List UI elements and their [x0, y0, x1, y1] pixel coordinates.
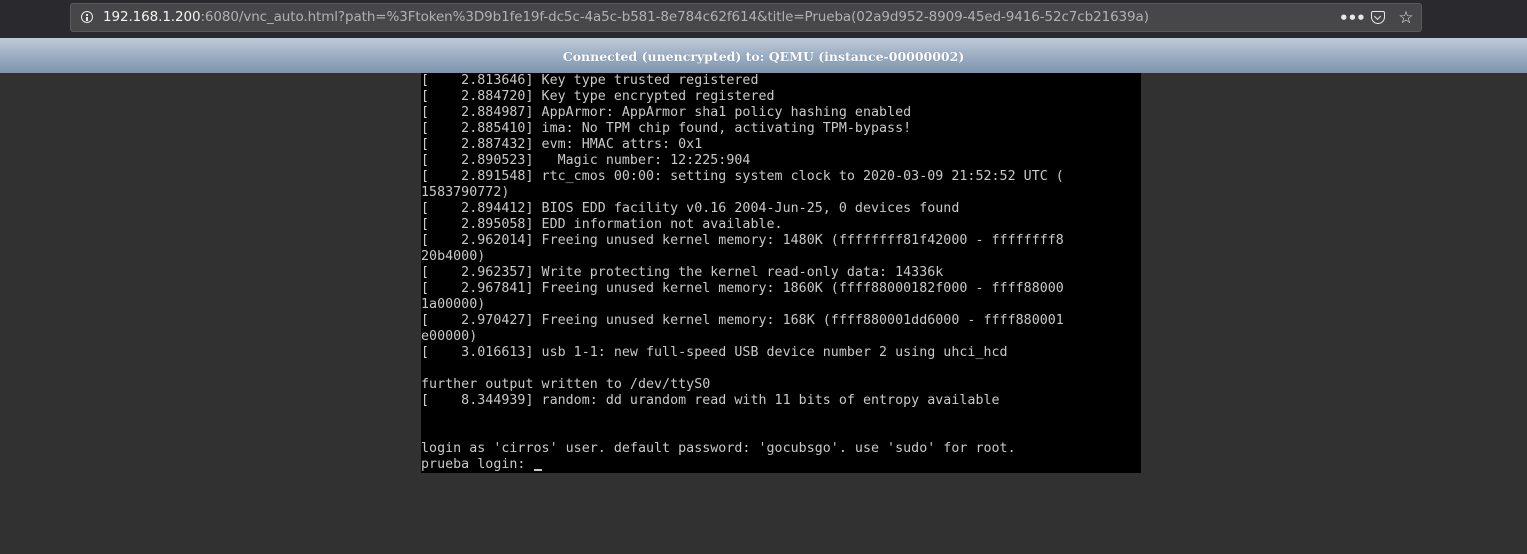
console-line: [ 2.813646] Key type trusted registered	[421, 73, 759, 88]
pocket-icon[interactable]	[1367, 7, 1389, 29]
url-host: 192.168.1.200	[103, 9, 201, 25]
console-line: [ 2.962357] Write protecting the kernel …	[421, 265, 944, 280]
url-text[interactable]: 192.168.1.200:6080/vnc_auto.html?path=%3…	[103, 9, 1149, 25]
console-line: [ 2.962014] Freeing unused kernel memory…	[421, 233, 1064, 248]
console-line: [ 3.016613] usb 1-1: new full-speed USB …	[421, 345, 1008, 360]
pocket-icon-shape	[1371, 11, 1385, 24]
url-path: :6080/vnc_auto.html?path=%3Ftoken%3D9b1f…	[200, 9, 1149, 25]
vnc-console-screen[interactable]: [ 2.813646] Key type trusted registered[…	[421, 73, 1141, 473]
browser-toolbar: 192.168.1.200:6080/vnc_auto.html?path=%3…	[0, 0, 1527, 38]
console-line: login as 'cirros' user. default password…	[421, 441, 1016, 456]
console-line: 20b4000)	[421, 249, 486, 264]
console-line: [ 2.891548] rtc_cmos 00:00: setting syst…	[421, 169, 1064, 184]
text-cursor	[533, 469, 542, 471]
vnc-status-bar: Connected (unencrypted) to: QEMU (instan…	[0, 38, 1527, 73]
star-icon[interactable]: ☆	[1395, 7, 1417, 29]
console-line: [ 2.890523] Magic number: 12:225:904	[421, 153, 751, 168]
console-line: further output written to /dev/ttyS0	[421, 377, 711, 392]
console-output: [ 2.813646] Key type trusted registered[…	[421, 73, 1064, 473]
meatball-menu-icon[interactable]: •••	[1339, 7, 1366, 29]
console-line: [ 2.887432] evm: HMAC attrs: 0x1	[421, 137, 703, 152]
console-line: 1583790772)	[421, 185, 510, 200]
console-line: e00000)	[421, 329, 478, 344]
info-icon[interactable]	[81, 11, 93, 23]
console-line: [ 2.895058] EDD information not availabl…	[421, 217, 783, 232]
console-line: [ 2.884987] AppArmor: AppArmor sha1 poli…	[421, 105, 912, 120]
url-bar[interactable]: 192.168.1.200:6080/vnc_auto.html?path=%3…	[70, 3, 1422, 32]
console-line: [ 2.894412] BIOS EDD facility v0.16 2004…	[421, 201, 960, 216]
console-line: 1a00000)	[421, 297, 486, 312]
console-line: [ 2.970427] Freeing unused kernel memory…	[421, 313, 1064, 328]
console-line: [ 2.885410] ima: No TPM chip found, acti…	[421, 121, 912, 136]
console-line: [ 2.884720] Key type encrypted registere…	[421, 89, 775, 104]
console-line: [ 8.344939] random: dd urandom read with…	[421, 393, 1000, 408]
console-line: prueba login:	[421, 457, 1064, 473]
console-line: [ 2.967841] Freeing unused kernel memory…	[421, 281, 1064, 296]
